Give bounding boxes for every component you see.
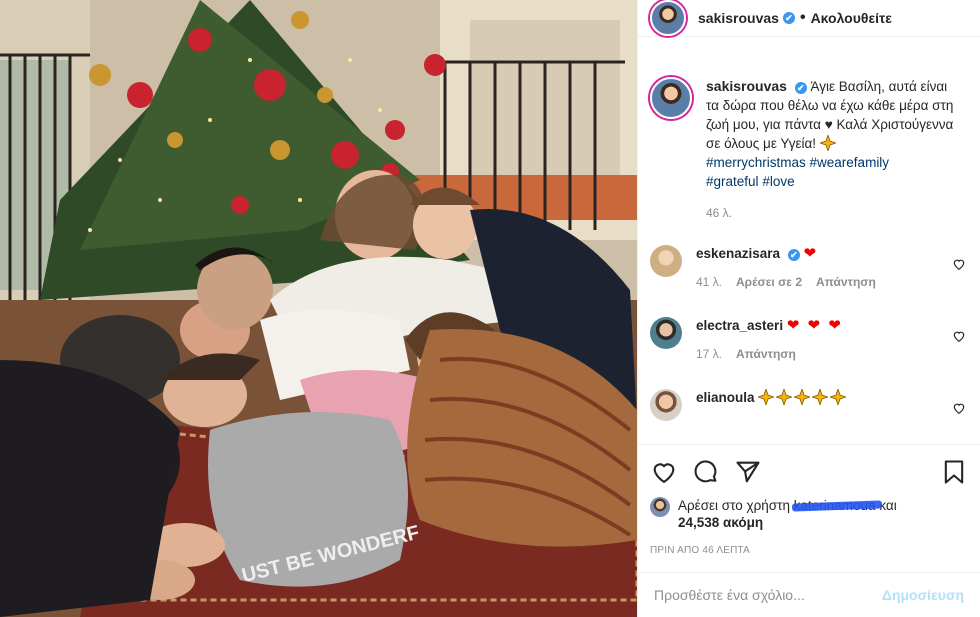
redacted-liker-name[interactable]: katerinamoua [794,498,876,513]
comment-item: electra_asteri ❤ ❤ ❤ 17 λ. Απάντηση [638,317,980,363]
comment-body: eskenazisara ✔ ❤ 41 λ. Αρέσει σε 2 Απάντ… [696,245,946,291]
post-photo[interactable]: UST BE WONDERF [0,0,637,617]
comment-likes-link[interactable]: Αρέσει σε 2 [736,273,802,291]
likes-and: και [879,498,897,513]
like-comment-heart-icon[interactable] [952,257,966,271]
commenter-avatar[interactable] [650,389,682,421]
sparkle-emoji-icon [811,387,830,407]
comment-time[interactable]: 17 λ. [696,345,722,363]
commenter-avatar[interactable] [650,245,682,277]
comment-time[interactable]: 41 λ. [696,273,722,291]
commenter-username[interactable]: elianoula [696,390,755,405]
caption-time[interactable]: 46 λ. [706,204,956,223]
caption: sakisrouvas ✔ Άγιε Βασίλη, αυτά είναι τα… [638,59,980,223]
post-side-panel: sakisrouvas ✔ • Ακολουθείτε sakisrouvas … [637,0,980,617]
reply-button[interactable]: Απάντηση [736,345,796,363]
family-christmas-photo: UST BE WONDERF [0,0,637,617]
header-separator: • [799,9,806,26]
author-username[interactable]: sakisrouvas [698,10,779,26]
comment-item: elianoula [638,387,980,421]
comment-input[interactable] [654,587,882,603]
share-paper-plane-icon[interactable] [734,458,762,486]
save-bookmark-icon[interactable] [940,458,968,486]
verified-icon: ✔ [794,82,807,94]
caption-username[interactable]: sakisrouvas [706,78,787,94]
hashtag-link[interactable]: #love [762,174,794,189]
post-header: sakisrouvas ✔ • Ακολουθείτε [638,0,980,37]
comment-body: elianoula [696,387,946,407]
sparkle-emoji-icon [829,387,848,407]
commenter-username[interactable]: eskenazisara [696,246,780,261]
sparkle-emoji-icon [818,133,838,153]
hashtag-link[interactable]: #wearefamily [810,155,890,170]
likes-prefix: Αρέσει στο χρήστη [678,498,790,513]
hashtag-link[interactable]: #merrychristmas [706,155,806,170]
sparkle-emoji-icon [793,387,812,407]
comment-body: electra_asteri ❤ ❤ ❤ 17 λ. Απάντηση [696,317,946,363]
following-button[interactable]: Ακολουθείτε [811,10,892,26]
like-comment-heart-icon[interactable] [952,401,966,415]
reply-button[interactable]: Απάντηση [816,273,876,291]
verified-icon: ✔ [787,249,800,261]
hashtag-link[interactable]: #grateful [706,174,759,189]
comment-text: ❤ ❤ ❤ [786,317,843,334]
comment-item: eskenazisara ✔ ❤ 41 λ. Αρέσει σε 2 Απάντ… [638,245,980,291]
sparkle-emoji-icon [775,387,794,407]
commenter-username[interactable]: electra_asteri [696,318,783,333]
commenter-avatar[interactable] [650,317,682,349]
add-comment-bar: Δημοσίευση [638,572,980,617]
comment-text: ❤ [803,245,819,262]
author-avatar[interactable] [650,0,686,36]
comment-text [757,387,848,407]
post-timestamp[interactable]: ΠΡΙΝ ΑΠΟ 46 ΛΕΠΤΑ [650,545,968,556]
comments-list[interactable]: sakisrouvas ✔ Άγιε Βασίλη, αυτά είναι τα… [638,59,980,449]
comment-bubble-icon[interactable] [692,458,720,486]
verified-icon: ✔ [782,12,795,24]
liker-avatar[interactable] [650,497,670,517]
post-comment-button[interactable]: Δημοσίευση [882,587,964,603]
like-comment-heart-icon[interactable] [952,329,966,343]
sparkle-emoji-icon [757,387,776,407]
post-actions: Αρέσει στο χρήστη katerinamoua και 24,53… [638,444,980,556]
caption-author-avatar[interactable] [650,77,692,119]
likes-count-link[interactable]: 24,538 ακόμη [678,515,763,530]
caption-body: sakisrouvas ✔ Άγιε Βασίλη, αυτά είναι τα… [706,77,956,223]
like-heart-icon[interactable] [650,458,678,486]
likes-summary: Αρέσει στο χρήστη katerinamoua και 24,53… [650,497,968,531]
